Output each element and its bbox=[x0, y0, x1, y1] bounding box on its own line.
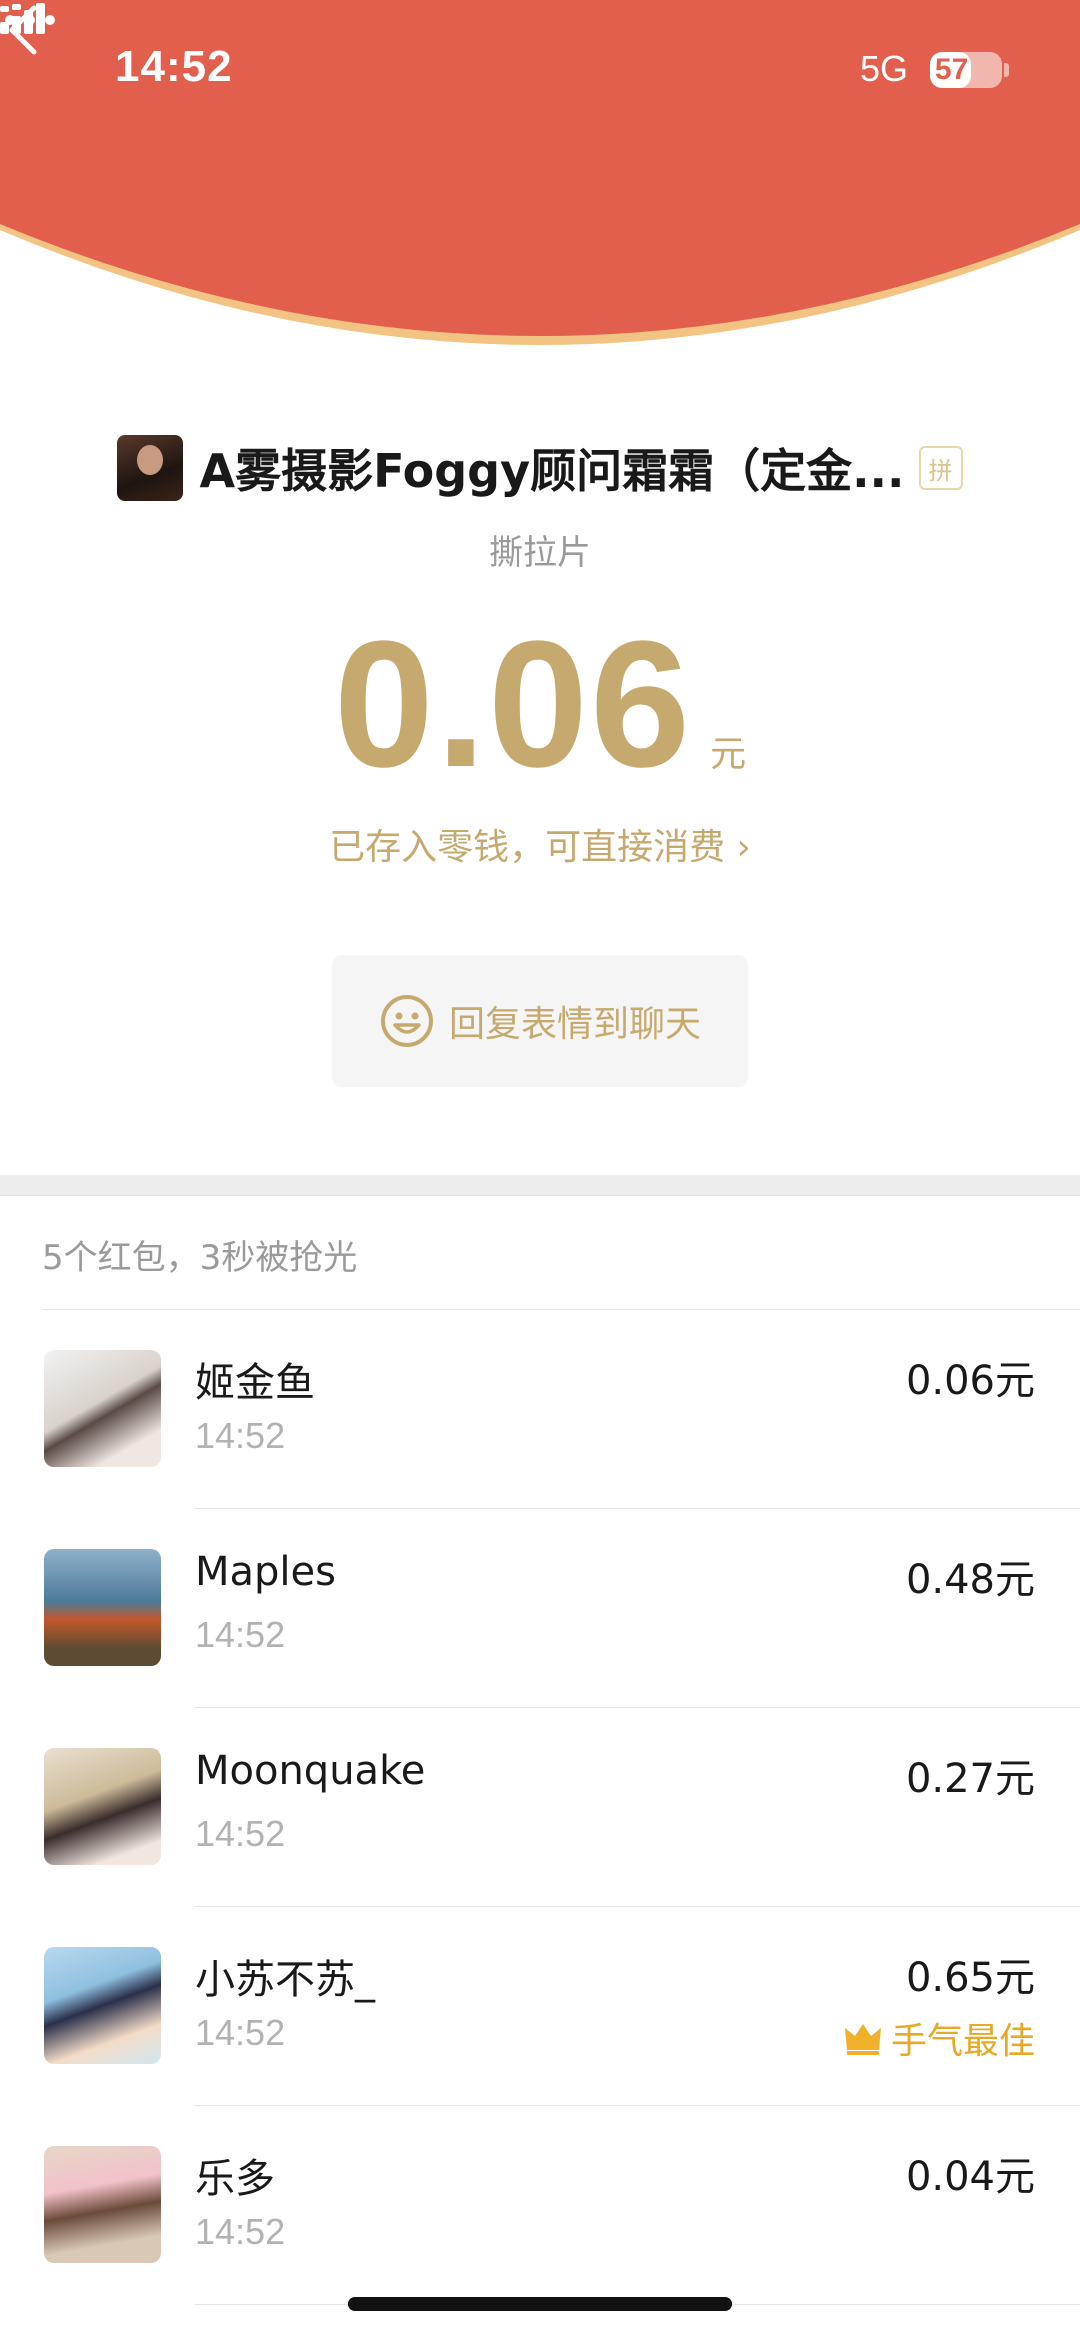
recipient-name: Moonquake bbox=[195, 1748, 426, 1794]
home-indicator[interactable] bbox=[348, 2297, 732, 2311]
recipient-name: 乐多 bbox=[195, 2156, 275, 2202]
recipient-amount: 0.48元 bbox=[905, 1557, 1035, 1603]
amount-unit: 元 bbox=[710, 734, 747, 775]
stored-to-change-link[interactable]: 已存入零钱，可直接消费 › bbox=[0, 818, 1080, 870]
more-horizontal-icon[interactable] bbox=[0, 0, 60, 40]
section-divider bbox=[0, 1175, 1080, 1196]
red-packet-header: 14:52 5G 57 bbox=[0, 0, 1080, 345]
amount-row: 0.06 元 bbox=[0, 615, 1080, 795]
sender-row: A雾摄影Foggy顾问霜霜（定金... 拼 bbox=[0, 428, 1080, 508]
list-item[interactable]: Maples 14:52 0.48元 bbox=[0, 1509, 1080, 1708]
recipient-time: 14:52 bbox=[195, 1614, 286, 1655]
avatar[interactable] bbox=[44, 2146, 161, 2263]
sender-name: A雾摄影Foggy顾问霜霜（定金... bbox=[199, 444, 905, 498]
sender-avatar[interactable] bbox=[117, 435, 184, 501]
battery-cap bbox=[1004, 63, 1009, 77]
avatar[interactable] bbox=[44, 1748, 161, 1865]
summary-text: 5个红包，3秒被抢光 bbox=[42, 1238, 358, 1278]
recipient-list: 姬金鱼 14:52 0.06元 Maples 14:52 0.48元 Moonq… bbox=[0, 1310, 1080, 2305]
packet-title: 撕拉片 bbox=[489, 533, 591, 573]
recipient-name: Maples bbox=[195, 1549, 336, 1595]
list-item[interactable]: 姬金鱼 14:52 0.06元 bbox=[0, 1310, 1080, 1509]
battery-level: 57 bbox=[934, 53, 969, 86]
best-luck-badge: 手气最佳 bbox=[843, 2012, 1035, 2064]
recipient-time: 14:52 bbox=[195, 1813, 286, 1854]
avatar[interactable] bbox=[44, 1549, 161, 1666]
smiley-icon bbox=[380, 995, 433, 1047]
recipient-amount: 0.27元 bbox=[905, 1756, 1035, 1802]
recipient-time: 14:52 bbox=[195, 2012, 286, 2053]
received-amount: 0.06 bbox=[333, 604, 693, 805]
pin-badge: 拼 bbox=[918, 446, 963, 490]
network-label: 5G bbox=[860, 48, 909, 89]
list-item[interactable]: 小苏不苏_ 14:52 0.65元 手气最佳 bbox=[0, 1907, 1080, 2106]
recipient-time: 14:52 bbox=[195, 1415, 286, 1456]
recipient-amount: 0.65元 bbox=[905, 1955, 1035, 2001]
list-item[interactable]: Moonquake 14:52 0.27元 bbox=[0, 1708, 1080, 1907]
recipient-name: 姬金鱼 bbox=[195, 1360, 315, 1406]
recipient-name: 小苏不苏_ bbox=[195, 1957, 375, 2003]
status-time: 14:52 bbox=[115, 42, 233, 91]
reply-label: 回复表情到聊天 bbox=[448, 1004, 701, 1045]
avatar[interactable] bbox=[44, 1350, 161, 1467]
recipient-amount: 0.04元 bbox=[905, 2154, 1035, 2200]
reply-sticker-button[interactable]: 回复表情到聊天 bbox=[332, 955, 748, 1087]
avatar[interactable] bbox=[44, 1947, 161, 2064]
battery-icon: 57 bbox=[930, 52, 1002, 88]
best-luck-label: 手气最佳 bbox=[890, 2021, 1035, 2062]
list-item[interactable]: 乐多 14:52 0.04元 bbox=[0, 2106, 1080, 2305]
crown-icon bbox=[844, 2024, 881, 2055]
recipient-time: 14:52 bbox=[195, 2211, 286, 2252]
recipient-amount: 0.06元 bbox=[905, 1358, 1035, 1404]
